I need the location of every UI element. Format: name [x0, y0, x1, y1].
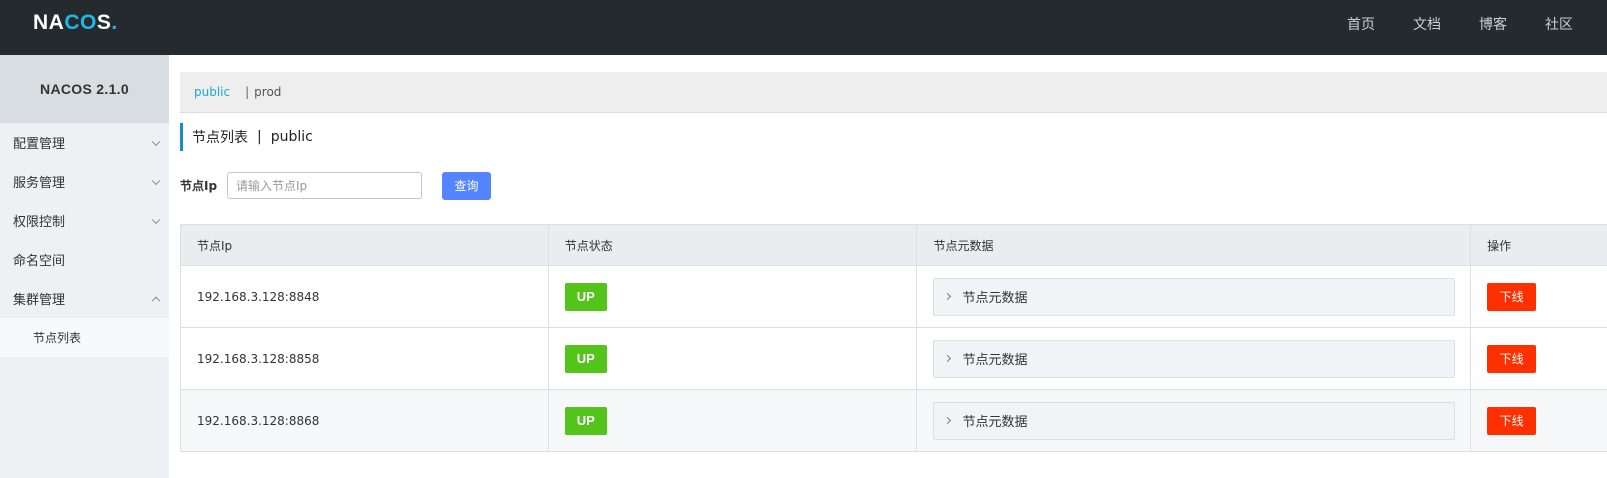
metadata-label: 节点元数据	[962, 291, 1028, 306]
table-header-row: 节点Ip 节点状态 节点元数据 操作	[181, 225, 1607, 266]
table-row: 192.168.3.128:8868 UP 节点元数据 下线	[181, 390, 1607, 452]
column-header-node-ip[interactable]: 节点Ip	[181, 225, 549, 265]
offline-button[interactable]: 下线	[1487, 344, 1537, 373]
status-badge: UP	[564, 344, 607, 373]
top-nav: 首页 文档 博客 社区	[1347, 0, 1607, 47]
node-metadata-cell: 节点元数据	[917, 266, 1472, 327]
sidebar: NACOS 2.1.0 配置管理 服务管理 权限控制 命名空间 集群管理 节点列…	[0, 55, 169, 478]
status-badge: UP	[564, 282, 607, 311]
column-header-node-status[interactable]: 节点状态	[549, 225, 918, 265]
logo-text-start: NA	[33, 11, 65, 34]
metadata-collapse-panel[interactable]: 节点元数据	[933, 401, 1456, 440]
search-label: 节点Ip	[180, 179, 218, 193]
sidebar-item-label: 服务管理	[13, 176, 66, 191]
nacos-logo[interactable]: NA CO S.	[33, 11, 118, 35]
status-badge: UP	[564, 406, 607, 435]
table-row: 192.168.3.128:8848 UP 节点元数据 下线	[181, 266, 1607, 328]
page-title-namespace: public	[270, 129, 313, 145]
node-ip-cell: 192.168.3.128:8868	[181, 390, 549, 451]
sidebar-item-config-management[interactable]: 配置管理	[0, 123, 169, 162]
node-metadata-cell: 节点元数据	[917, 390, 1472, 451]
node-status-cell: UP	[549, 328, 918, 389]
nav-community-link[interactable]: 社区	[1545, 14, 1573, 34]
chevron-right-icon	[944, 416, 952, 425]
metadata-label: 节点元数据	[962, 415, 1028, 430]
logo-text-mid: CO	[64, 11, 97, 34]
namespace-separator: |	[245, 85, 250, 99]
table-row: 192.168.3.128:8858 UP 节点元数据 下线	[181, 328, 1607, 390]
chevron-down-icon	[151, 176, 161, 185]
sidebar-item-service-management[interactable]: 服务管理	[0, 162, 169, 201]
chevron-right-icon	[944, 292, 952, 301]
page-title: 节点列表 | public	[180, 123, 313, 151]
offline-button[interactable]: 下线	[1487, 406, 1537, 435]
chevron-down-icon	[151, 215, 161, 224]
page-title-separator: |	[257, 129, 262, 145]
sidebar-subitem-node-list[interactable]: 节点列表	[0, 318, 169, 357]
namespace-prod-link[interactable]: prod	[254, 85, 281, 99]
metadata-collapse-panel[interactable]: 节点元数据	[933, 277, 1456, 316]
column-header-node-metadata[interactable]: 节点元数据	[917, 225, 1472, 265]
node-action-cell: 下线	[1471, 266, 1607, 327]
sidebar-item-namespace[interactable]: 命名空间	[0, 240, 169, 279]
search-button[interactable]: 查询	[442, 171, 491, 200]
node-ip-cell: 192.168.3.128:8858	[181, 328, 549, 389]
sidebar-item-cluster-management[interactable]: 集群管理	[0, 279, 169, 318]
sidebar-title: NACOS 2.1.0	[0, 55, 169, 123]
node-table: 节点Ip 节点状态 节点元数据 操作 192.168.3.128:8848 UP…	[180, 224, 1607, 452]
nav-docs-link[interactable]: 文档	[1413, 14, 1441, 34]
logo-dot: .	[111, 11, 118, 34]
top-header: NA CO S. 首页 文档 博客 社区	[0, 0, 1607, 55]
metadata-collapse-panel[interactable]: 节点元数据	[933, 339, 1456, 378]
logo-text-end: S	[96, 11, 112, 34]
namespace-bar: public | prod	[180, 72, 1607, 113]
column-header-actions: 操作	[1487, 238, 1512, 253]
namespace-public-link[interactable]: public	[194, 85, 230, 99]
sidebar-item-label: 权限控制	[13, 215, 66, 230]
chevron-down-icon	[151, 137, 161, 146]
page-title-text: 节点列表	[192, 130, 248, 146]
sidebar-item-label: 配置管理	[13, 137, 66, 152]
node-ip-search-input[interactable]	[227, 172, 422, 199]
node-action-cell: 下线	[1471, 390, 1607, 451]
node-ip-cell: 192.168.3.128:8848	[181, 266, 549, 327]
sidebar-item-label: 集群管理	[13, 293, 66, 308]
nav-home-link[interactable]: 首页	[1347, 14, 1375, 34]
nav-blog-link[interactable]: 博客	[1479, 14, 1507, 34]
chevron-right-icon	[944, 354, 952, 363]
node-metadata-cell: 节点元数据	[917, 328, 1472, 389]
sidebar-item-access-control[interactable]: 权限控制	[0, 201, 169, 240]
node-status-cell: UP	[549, 266, 918, 327]
sidebar-item-label: 命名空间	[13, 254, 66, 269]
node-status-cell: UP	[549, 390, 918, 451]
offline-button[interactable]: 下线	[1487, 282, 1537, 311]
search-form: 节点Ip 查询	[180, 171, 491, 200]
chevron-up-icon	[151, 296, 161, 305]
metadata-label: 节点元数据	[962, 353, 1028, 368]
node-action-cell: 下线	[1471, 328, 1607, 389]
